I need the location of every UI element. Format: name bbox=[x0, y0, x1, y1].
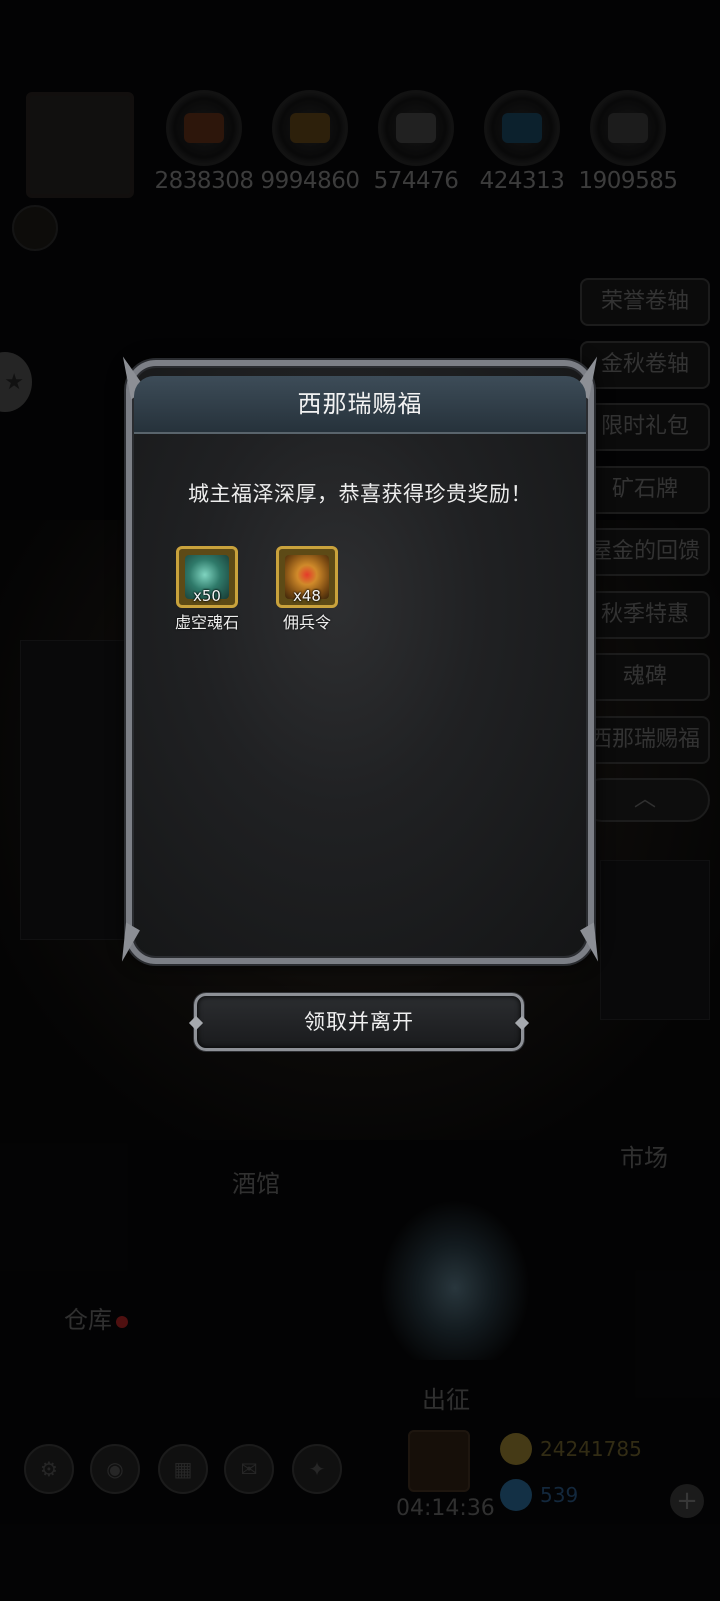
reward-slot: x48 bbox=[276, 546, 338, 608]
dialog-header: 西那瑞赐福 bbox=[134, 376, 586, 434]
dialog-message: 城主福泽深厚，恭喜获得珍贵奖励！ bbox=[188, 482, 532, 506]
reward-name: 虚空魂石 bbox=[174, 613, 239, 632]
blessing-dialog: 西那瑞赐福 城主福泽深厚，恭喜获得珍贵奖励！ x50 虚空魂石 x48 佣兵令 bbox=[108, 356, 612, 964]
claim-and-leave-button[interactable]: 领取并离开 bbox=[188, 993, 530, 1051]
reward-quantity: x50 bbox=[193, 587, 221, 605]
reward-name: 佣兵令 bbox=[282, 613, 331, 632]
claim-button-label: 领取并离开 bbox=[304, 1010, 414, 1034]
reward-slot: x50 bbox=[176, 546, 238, 608]
reward-item[interactable]: x48 佣兵令 bbox=[268, 546, 346, 633]
dialog-frame bbox=[126, 360, 594, 964]
dialog-title: 西那瑞赐福 bbox=[297, 390, 423, 418]
reward-quantity: x48 bbox=[293, 587, 321, 605]
reward-item[interactable]: x50 虚空魂石 bbox=[168, 546, 246, 633]
